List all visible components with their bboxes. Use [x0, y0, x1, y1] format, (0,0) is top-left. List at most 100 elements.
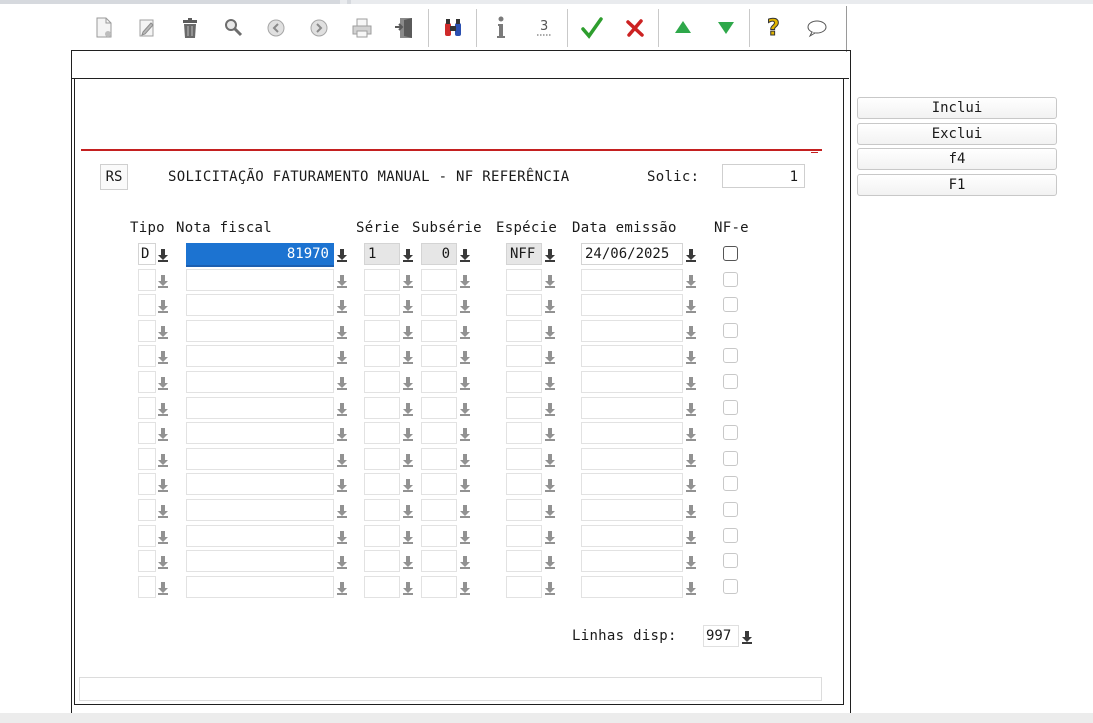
dropdown-arrow-icon[interactable] [337, 298, 347, 314]
cell-data[interactable] [581, 447, 683, 470]
up-icon[interactable] [661, 8, 704, 48]
prev-icon[interactable] [254, 8, 297, 48]
cell-nota[interactable] [186, 268, 334, 291]
dropdown-arrow-icon[interactable] [158, 452, 168, 467]
print-icon[interactable] [340, 8, 383, 48]
dropdown-arrow-icon[interactable] [337, 529, 347, 544]
dropdown-arrow-icon[interactable] [158, 401, 168, 416]
dropdown-arrow-icon[interactable] [158, 247, 168, 262]
cell-data[interactable] [581, 268, 683, 291]
dropdown-arrow-icon[interactable] [545, 247, 555, 262]
cell-nota[interactable] [186, 499, 334, 521]
nfe-checkbox[interactable] [723, 502, 738, 517]
cell-serie[interactable]: 1 [364, 243, 400, 265]
cell-tipo[interactable] [138, 499, 156, 521]
cell-nota[interactable] [186, 550, 334, 573]
cell-nota[interactable] [186, 396, 334, 419]
nfe-checkbox[interactable] [723, 322, 738, 338]
dropdown-arrow-icon[interactable] [545, 426, 555, 442]
info-icon[interactable] [479, 8, 522, 48]
dropdown-arrow-icon[interactable] [337, 349, 347, 365]
cell-serie[interactable] [364, 396, 400, 419]
cell-serie[interactable] [364, 319, 400, 342]
cell-serie[interactable] [364, 499, 400, 521]
nfe-checkbox[interactable] [723, 425, 738, 441]
cell-especie[interactable] [506, 524, 542, 547]
dropdown-arrow-icon[interactable] [158, 298, 168, 314]
dropdown-arrow-icon[interactable] [460, 247, 470, 262]
dropdown-arrow-icon[interactable] [460, 503, 470, 518]
dropdown-arrow-icon[interactable] [545, 401, 555, 416]
cell-data[interactable] [581, 473, 683, 496]
cell-tipo[interactable] [138, 319, 156, 342]
dropdown-arrow-icon[interactable] [403, 349, 413, 365]
dropdown-arrow-icon[interactable] [686, 580, 696, 595]
dropdown-arrow-icon[interactable] [460, 426, 470, 442]
nfe-checkbox[interactable] [723, 246, 738, 261]
dropdown-arrow-icon[interactable] [545, 375, 555, 390]
dropdown-arrow-icon[interactable] [337, 375, 347, 390]
dropdown-arrow-icon[interactable] [686, 401, 696, 416]
cell-nota[interactable] [186, 422, 334, 445]
help-icon[interactable]: ? [752, 8, 795, 48]
dropdown-arrow-icon[interactable] [158, 580, 168, 595]
nfe-checkbox[interactable] [723, 271, 738, 287]
dropdown-arrow-icon[interactable] [460, 452, 470, 467]
cancel-icon[interactable] [613, 8, 656, 48]
dropdown-arrow-icon[interactable] [403, 298, 413, 314]
dropdown-arrow-icon[interactable] [686, 554, 696, 570]
dropdown-arrow-icon[interactable] [158, 349, 168, 365]
cell-data[interactable] [581, 499, 683, 521]
dropdown-arrow-icon[interactable] [686, 503, 696, 518]
cell-subserie[interactable] [421, 447, 457, 470]
dropdown-arrow-icon[interactable] [158, 554, 168, 570]
dropdown-arrow-icon[interactable] [686, 452, 696, 467]
dropdown-arrow-icon[interactable] [460, 273, 470, 288]
cell-especie[interactable] [506, 371, 542, 393]
dropdown-arrow-icon[interactable] [686, 247, 696, 262]
cell-tipo[interactable] [138, 422, 156, 445]
dropdown-arrow-icon[interactable] [545, 273, 555, 288]
nfe-checkbox[interactable] [723, 476, 738, 492]
exit-icon[interactable] [383, 8, 426, 48]
cell-especie[interactable] [506, 294, 542, 317]
dropdown-arrow-icon[interactable] [545, 349, 555, 365]
dropdown-arrow-icon[interactable] [337, 324, 347, 339]
dropdown-arrow-icon[interactable] [158, 324, 168, 339]
dropdown-arrow-icon[interactable] [545, 452, 555, 467]
nfe-checkbox[interactable] [723, 374, 738, 389]
dropdown-arrow-icon[interactable] [403, 477, 413, 493]
dropdown-arrow-icon[interactable] [403, 554, 413, 570]
cell-subserie[interactable] [421, 371, 457, 393]
cell-especie[interactable] [506, 447, 542, 470]
solic-field[interactable]: 1 [722, 164, 805, 188]
dropdown-arrow-icon[interactable] [337, 273, 347, 288]
binoculars-icon[interactable] [431, 8, 474, 48]
cell-nota[interactable] [186, 345, 334, 368]
dropdown-arrow-icon[interactable] [158, 477, 168, 493]
nfe-checkbox[interactable] [723, 578, 738, 594]
cell-nota[interactable]: 81970 [186, 243, 334, 265]
cell-serie[interactable] [364, 371, 400, 393]
dropdown-arrow-icon[interactable] [403, 580, 413, 595]
linhas-field[interactable]: 997 [703, 625, 739, 647]
cell-tipo[interactable] [138, 294, 156, 317]
dropdown-arrow-icon[interactable] [158, 529, 168, 544]
cell-data[interactable] [581, 550, 683, 573]
cell-subserie[interactable] [421, 319, 457, 342]
dropdown-arrow-icon[interactable] [403, 401, 413, 416]
down-icon[interactable] [704, 8, 747, 48]
dropdown-arrow-icon[interactable] [686, 273, 696, 288]
dropdown-arrow-icon[interactable] [403, 324, 413, 339]
cell-subserie[interactable] [421, 575, 457, 598]
cell-subserie[interactable] [421, 294, 457, 317]
dropdown-arrow-icon[interactable] [337, 426, 347, 442]
cell-data[interactable] [581, 294, 683, 317]
dropdown-arrow-icon[interactable] [403, 247, 413, 262]
cell-data[interactable] [581, 371, 683, 393]
cell-especie[interactable] [506, 345, 542, 368]
cell-serie[interactable] [364, 575, 400, 598]
cell-subserie[interactable] [421, 524, 457, 547]
cell-subserie[interactable] [421, 268, 457, 291]
cell-tipo[interactable] [138, 447, 156, 470]
